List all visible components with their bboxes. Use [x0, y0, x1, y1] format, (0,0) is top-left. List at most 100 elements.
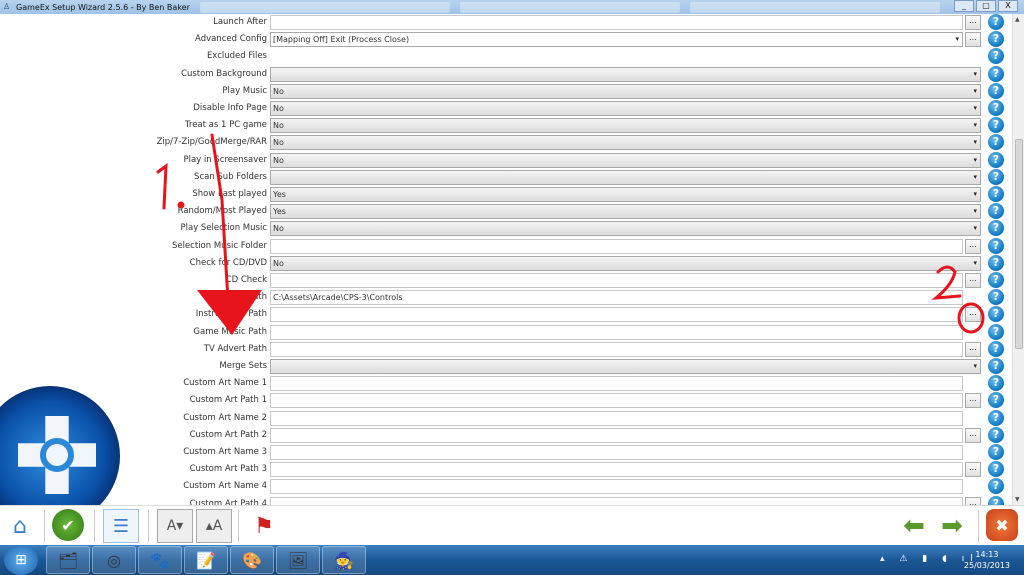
help-icon[interactable]: ?	[988, 134, 1004, 151]
help-icon[interactable]: ?	[988, 48, 1004, 65]
setting-input[interactable]	[270, 238, 963, 254]
help-icon[interactable]: ?	[988, 358, 1004, 374]
list-view-button[interactable]: ☰	[103, 509, 139, 543]
setting-dropdown[interactable]: No ▾	[270, 118, 981, 134]
font-smaller-button[interactable]: A▾	[157, 509, 193, 543]
help-icon[interactable]: ?	[988, 444, 1004, 460]
taskbar-app-button[interactable]: 🖼	[276, 546, 320, 574]
setting-input[interactable]	[270, 410, 963, 426]
help-icon[interactable]: ?	[988, 100, 1004, 116]
help-icon[interactable]: ?	[988, 306, 1004, 323]
help-icon[interactable]: ?	[988, 14, 1004, 30]
help-icon[interactable]: ?	[988, 495, 1004, 505]
apply-button[interactable]: ✔	[52, 509, 84, 541]
start-button[interactable]: ⊞	[4, 545, 38, 575]
help-icon[interactable]: ?	[988, 426, 1004, 443]
help-icon[interactable]: ?	[988, 409, 1004, 426]
setting-label: Zip/7-Zip/GoodMerge/RAR	[156, 137, 267, 148]
help-icon[interactable]: ?	[988, 186, 1004, 202]
browse-button[interactable]: ...	[965, 32, 981, 48]
setting-dropdown[interactable]: No ▾	[270, 83, 981, 99]
setting-label: TV Advert Path	[203, 343, 267, 354]
browse-button[interactable]: ...	[965, 496, 981, 505]
taskbar-app-button[interactable]: 📝	[184, 546, 228, 574]
taskbar-app-button[interactable]: 🎨	[230, 546, 274, 574]
browse-button[interactable]: ...	[965, 462, 981, 478]
browse-button[interactable]: ...	[965, 307, 981, 323]
browse-button[interactable]: ...	[965, 393, 981, 409]
setting-input[interactable]	[270, 324, 963, 340]
setting-dropdown[interactable]: ▾	[270, 66, 981, 82]
setting-input[interactable]	[270, 462, 963, 478]
setting-dropdown[interactable]: No ▾	[270, 152, 981, 168]
taskbar-app-button[interactable]: 🧙	[322, 546, 366, 574]
help-icon[interactable]: ?	[988, 151, 1004, 168]
home-button[interactable]: ⌂	[2, 509, 38, 543]
help-icon[interactable]: ?	[988, 375, 1004, 392]
setting-row: Show Last played Yes ▾?	[120, 186, 1012, 203]
setting-dropdown[interactable]: Yes ▾	[270, 204, 981, 220]
setting-input[interactable]	[270, 496, 963, 505]
scrollbar-thumb[interactable]	[1015, 139, 1023, 349]
dropdown-value: No	[273, 138, 284, 148]
browse-button[interactable]: ...	[965, 273, 981, 288]
taskbar-app-button[interactable]: 🗂	[46, 546, 90, 574]
help-icon[interactable]: ?	[988, 117, 1004, 134]
browse-button[interactable]: ...	[965, 238, 981, 254]
setting-input[interactable]	[270, 445, 963, 460]
help-icon[interactable]: ?	[988, 478, 1004, 495]
language-flag-button[interactable]: ⚑	[246, 509, 282, 543]
browse-button[interactable]: ...	[965, 15, 981, 30]
help-icon[interactable]: ?	[988, 237, 1004, 254]
forward-button[interactable]: ➡	[934, 509, 970, 543]
help-icon[interactable]: ?	[988, 461, 1004, 478]
browse-button[interactable]: ...	[965, 427, 981, 443]
setting-dropdown[interactable]: No ▾	[270, 221, 981, 237]
setting-input[interactable]	[270, 273, 963, 288]
setting-dropdown[interactable]: Yes ▾	[270, 187, 981, 202]
setting-dropdown[interactable]: No ▾	[270, 101, 981, 116]
help-icon[interactable]: ?	[988, 392, 1004, 409]
setting-dropdown[interactable]: ▾	[270, 169, 981, 185]
setting-row: Zip/7-Zip/GoodMerge/RAR No ▾?	[120, 134, 1012, 151]
maximize-button[interactable]: ▢	[976, 0, 996, 12]
exit-button[interactable]: ✖	[986, 509, 1018, 541]
scroll-down-icon[interactable]: ▼	[1015, 496, 1020, 503]
setting-label: Custom Background	[181, 68, 267, 79]
help-icon[interactable]: ?	[988, 82, 1004, 99]
setting-input[interactable]	[270, 15, 963, 30]
taskbar-app-button[interactable]: ◎	[92, 546, 136, 574]
minimize-button[interactable]: _	[954, 0, 974, 12]
scroll-up-icon[interactable]: ▲	[1015, 16, 1020, 23]
help-icon[interactable]: ?	[988, 65, 1004, 82]
font-larger-button[interactable]: ▴A	[196, 509, 232, 543]
help-icon[interactable]: ?	[988, 289, 1004, 306]
setting-row: Custom Art Path 3...?	[120, 461, 1012, 478]
setting-input[interactable]: C:\Assets\Arcade\CPS-3\Controls	[270, 290, 963, 306]
setting-input[interactable]	[270, 393, 963, 409]
setting-input[interactable]	[270, 341, 963, 357]
setting-input[interactable]	[270, 479, 963, 495]
setting-input[interactable]	[270, 427, 963, 443]
setting-dropdown[interactable]: No ▾	[270, 135, 981, 151]
help-icon[interactable]: ?	[988, 272, 1004, 288]
back-button[interactable]: ⬅	[896, 509, 932, 543]
close-button[interactable]: X	[998, 0, 1018, 12]
vertical-scrollbar[interactable]: ▲ ▼	[1012, 14, 1024, 505]
help-icon[interactable]: ?	[988, 203, 1004, 220]
setting-input[interactable]	[270, 307, 963, 323]
setting-dropdown[interactable]: [Mapping Off] Exit (Process Close) ▾	[270, 32, 963, 48]
help-icon[interactable]: ?	[988, 31, 1004, 48]
help-icon[interactable]: ?	[988, 254, 1004, 271]
setting-dropdown[interactable]: No ▾	[270, 255, 981, 271]
setting-input[interactable]	[270, 376, 963, 392]
clock[interactable]: 14:13 25/03/2013	[964, 549, 1010, 571]
help-icon[interactable]: ?	[988, 340, 1004, 357]
browse-button[interactable]: ...	[965, 341, 981, 357]
help-icon[interactable]: ?	[988, 220, 1004, 237]
taskbar-app-button[interactable]: 🐾	[138, 546, 182, 574]
setting-row: Advanced Config [Mapping Off] Exit (Proce…	[120, 31, 1012, 48]
help-icon[interactable]: ?	[988, 168, 1004, 185]
help-icon[interactable]: ?	[988, 323, 1004, 340]
setting-dropdown[interactable]: ▾	[270, 359, 981, 374]
